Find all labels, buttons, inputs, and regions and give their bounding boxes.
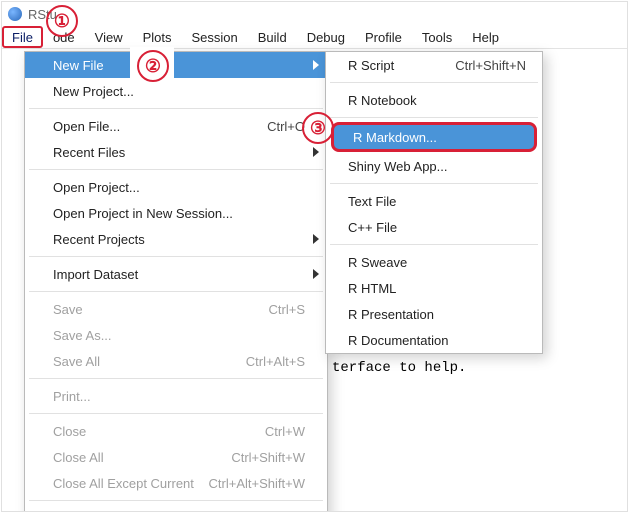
menu-tools[interactable]: Tools <box>412 26 462 48</box>
shortcut-label: Ctrl+Alt+S <box>246 354 305 369</box>
separator <box>29 291 323 292</box>
menu-file[interactable]: File <box>2 26 43 48</box>
separator <box>330 183 538 184</box>
menu-close-except[interactable]: Close All Except Current Ctrl+Alt+Shift+… <box>25 470 327 496</box>
separator <box>29 500 323 501</box>
shortcut-label: Ctrl+Alt+Shift+W <box>209 476 305 491</box>
shortcut-label: Ctrl+W <box>265 424 305 439</box>
console-line: terface to help. <box>332 359 517 379</box>
menu-recent-projects[interactable]: Recent Projects <box>25 226 327 252</box>
newfile-submenu: R Script Ctrl+Shift+N R Notebook R Markd… <box>325 51 543 354</box>
submenu-rmarkdown[interactable]: R Markdown... <box>331 122 537 152</box>
menu-close-project[interactable]: Close Project <box>25 505 327 512</box>
rstudio-logo-icon <box>8 7 22 21</box>
shortcut-label: Ctrl+Shift+N <box>455 58 526 73</box>
content-area: ' for on-line help, or terface to help. … <box>2 49 627 512</box>
menu-session[interactable]: Session <box>182 26 248 48</box>
menu-save-as[interactable]: Save As... <box>25 322 327 348</box>
chevron-right-icon <box>313 234 319 244</box>
menu-save[interactable]: Save Ctrl+S <box>25 296 327 322</box>
submenu-textfile[interactable]: Text File <box>326 188 542 214</box>
app-window: RStu File ode View Plots Session Build D… <box>1 1 628 512</box>
menu-close-all[interactable]: Close All Ctrl+Shift+W <box>25 444 327 470</box>
separator <box>330 244 538 245</box>
menu-debug[interactable]: Debug <box>297 26 355 48</box>
submenu-rnotebook[interactable]: R Notebook <box>326 87 542 113</box>
menu-help[interactable]: Help <box>462 26 509 48</box>
separator <box>29 256 323 257</box>
shortcut-label: Ctrl+Shift+W <box>231 450 305 465</box>
submenu-shiny[interactable]: Shiny Web App... <box>326 153 542 179</box>
separator <box>29 378 323 379</box>
shortcut-label: Ctrl+S <box>269 302 305 317</box>
menu-plots[interactable]: Plots <box>133 26 182 48</box>
separator <box>330 82 538 83</box>
menu-new-file[interactable]: New File <box>25 52 327 78</box>
annotation-mask <box>130 47 174 79</box>
menu-open-project-new-session[interactable]: Open Project in New Session... <box>25 200 327 226</box>
menu-open-project[interactable]: Open Project... <box>25 174 327 200</box>
menu-close[interactable]: Close Ctrl+W <box>25 418 327 444</box>
menu-import-dataset[interactable]: Import Dataset <box>25 261 327 287</box>
menubar: File ode View Plots Session Build Debug … <box>2 26 627 49</box>
chevron-right-icon <box>313 269 319 279</box>
titlebar-title: RStu <box>28 7 57 22</box>
chevron-right-icon <box>313 60 319 70</box>
separator <box>330 117 538 118</box>
menu-print[interactable]: Print... <box>25 383 327 409</box>
menu-save-all[interactable]: Save All Ctrl+Alt+S <box>25 348 327 374</box>
separator <box>29 169 323 170</box>
separator <box>29 108 323 109</box>
menu-build[interactable]: Build <box>248 26 297 48</box>
menu-profile[interactable]: Profile <box>355 26 412 48</box>
menu-code[interactable]: ode <box>43 26 85 48</box>
submenu-cppfile[interactable]: C++ File <box>326 214 542 240</box>
separator <box>29 413 323 414</box>
menu-open-file[interactable]: Open File... Ctrl+O <box>25 113 327 139</box>
shortcut-label: Ctrl+O <box>267 119 305 134</box>
chevron-right-icon <box>313 147 319 157</box>
menu-view[interactable]: View <box>85 26 133 48</box>
submenu-rdocumentation[interactable]: R Documentation <box>326 327 542 353</box>
menu-new-project[interactable]: New Project... <box>25 78 327 104</box>
menu-recent-files[interactable]: Recent Files <box>25 139 327 165</box>
submenu-rhtml[interactable]: R HTML <box>326 275 542 301</box>
titlebar: RStu <box>2 2 627 26</box>
submenu-rscript[interactable]: R Script Ctrl+Shift+N <box>326 52 542 78</box>
file-dropdown: New File New Project... Open File... Ctr… <box>24 51 328 512</box>
submenu-rsweave[interactable]: R Sweave <box>326 249 542 275</box>
submenu-rpresentation[interactable]: R Presentation <box>326 301 542 327</box>
